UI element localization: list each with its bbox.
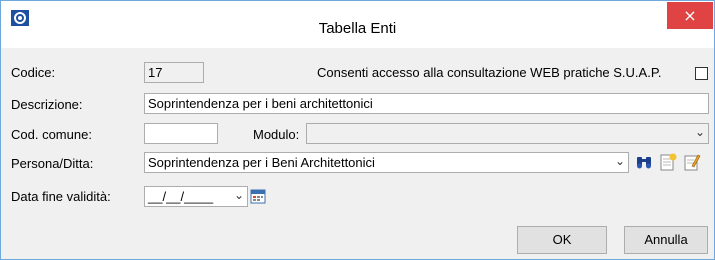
chevron-down-icon: ⌄ (233, 188, 244, 202)
annulla-button[interactable]: Annulla (624, 226, 708, 254)
new-document-icon[interactable] (659, 153, 677, 171)
data-fine-field[interactable]: __/__/____ ⌄ (144, 186, 248, 207)
ok-button[interactable]: OK (517, 226, 607, 254)
codice-field: 17 (144, 62, 204, 83)
data-fine-label: Data fine validità: (11, 189, 111, 204)
binoculars-search-icon[interactable] (635, 154, 653, 170)
web-access-checkbox[interactable] (695, 67, 708, 80)
modulo-label: Modulo: (253, 127, 300, 142)
modulo-select[interactable]: ⌄ (306, 123, 709, 144)
chevron-down-icon: ⌄ (694, 125, 705, 139)
close-icon: × (683, 6, 697, 25)
window-title: Tabella Enti (318, 20, 397, 37)
codice-label: Codice: (11, 65, 56, 80)
cod-comune-field[interactable] (144, 123, 218, 144)
descrizione-field[interactable]: Soprintendenza per i beni architettonici (144, 93, 709, 114)
web-access-label: Consenti accesso alla consultazione WEB … (317, 65, 662, 80)
persona-label: Persona/Ditta: (11, 156, 94, 171)
data-fine-value: __/__/____ (148, 189, 214, 204)
persona-select[interactable]: Soprintendenza per i Beni Architettonici… (144, 152, 629, 173)
cod-comune-label: Cod. comune: (11, 127, 92, 142)
title-bar[interactable]: Tabella Enti × (1, 1, 714, 48)
descrizione-label: Descrizione: (11, 97, 83, 112)
dialog-window: Tabella Enti × Codice: 17 Consenti acces… (0, 0, 715, 260)
form-area: Codice: 17 Consenti accesso alla consult… (1, 48, 714, 260)
edit-document-icon[interactable] (683, 153, 701, 171)
persona-value: Soprintendenza per i Beni Architettonici (148, 155, 375, 170)
chevron-down-icon: ⌄ (614, 154, 625, 168)
close-button[interactable]: × (667, 2, 713, 29)
calendar-icon[interactable] (250, 188, 266, 204)
